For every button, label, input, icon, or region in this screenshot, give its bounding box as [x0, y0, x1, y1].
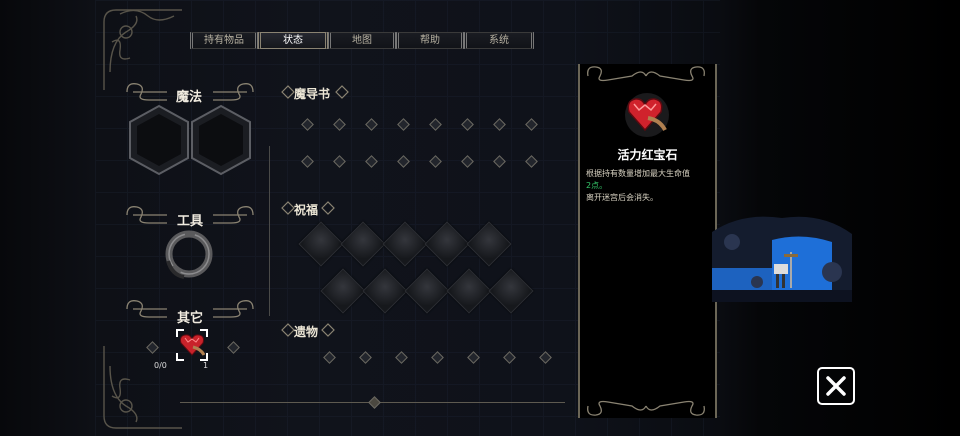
ruby-heart-icon — [625, 93, 669, 137]
close-icon — [826, 376, 846, 396]
panel-top-ornament — [587, 66, 705, 82]
other-title: 其它 — [177, 311, 204, 326]
other-item-count: 0/0 — [154, 361, 167, 370]
panel-bottom-ornament — [587, 400, 705, 416]
item-description-accent: 2点。 — [586, 181, 608, 190]
close-button[interactable] — [817, 367, 855, 405]
other-item-quantity: 1 — [203, 361, 209, 370]
relic-title: 遗物 — [294, 325, 319, 339]
tool-slot[interactable] — [162, 227, 216, 281]
column-divider — [269, 146, 270, 316]
magic-title: 魔法 — [176, 90, 203, 105]
grimoire-title: 魔导书 — [294, 87, 331, 101]
ruby-heart-icon — [180, 334, 205, 356]
item-name: 活力红宝石 — [617, 148, 678, 162]
tab-help[interactable]: 帮助 — [396, 32, 464, 49]
status-screen: 持有物品 状态 地图 帮助 系统 魔法 工具 其它 0/0 1 魔导书 祝福 遗… — [0, 0, 960, 436]
tab-system[interactable]: 系统 — [464, 32, 534, 49]
other-item-slot-selected[interactable] — [176, 329, 208, 361]
tab-status[interactable]: 状态 — [258, 32, 328, 49]
item-description-line-1: 根据持有数量增加最大生命值 — [586, 169, 690, 178]
tab-inventory[interactable]: 持有物品 — [190, 32, 258, 49]
game-scene-preview — [712, 216, 852, 302]
tab-map[interactable]: 地图 — [328, 32, 396, 49]
magic-slots — [129, 104, 251, 176]
corner-ornament-bottom-left — [103, 346, 182, 429]
blessing-title: 祝福 — [294, 203, 319, 217]
item-description-line-2: 离开迷宫后会消失。 — [586, 193, 658, 202]
